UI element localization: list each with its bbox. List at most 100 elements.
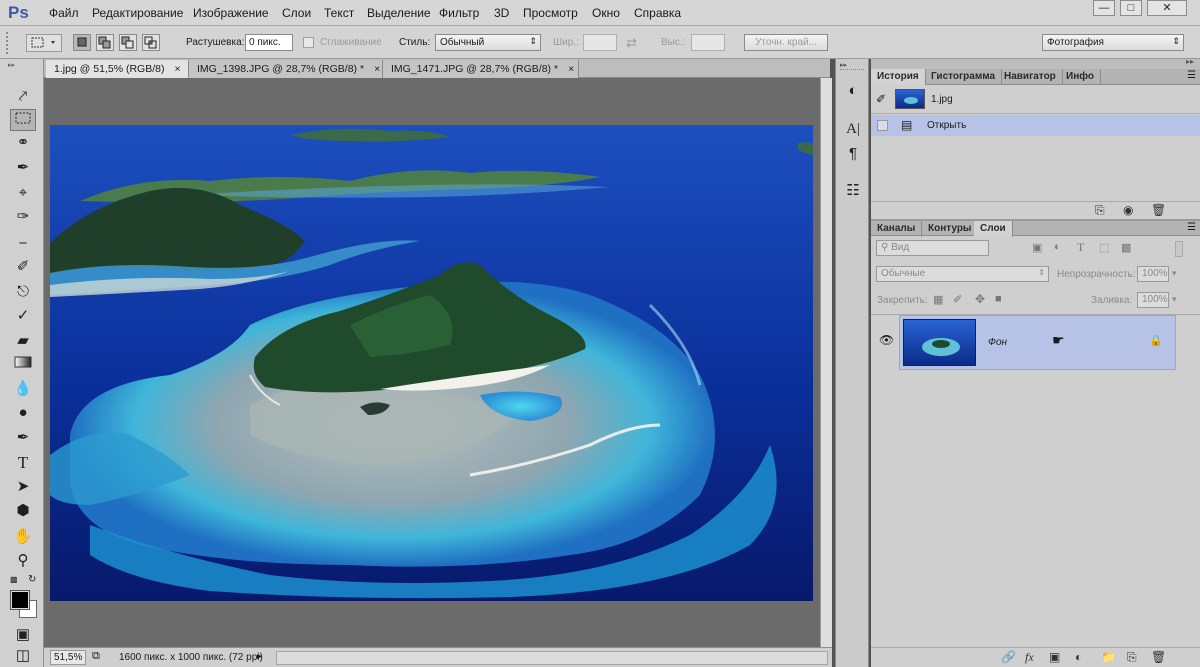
adjustments-panel-button[interactable]: ◐	[842, 80, 864, 102]
layer-style-icon[interactable]: fx	[1025, 650, 1034, 665]
panel-collapse-icon[interactable]: ▸▸	[8, 61, 36, 69]
opacity-slider-arrow-icon[interactable]: ▾	[1172, 268, 1177, 279]
screen-mode-button[interactable]: ◫	[10, 647, 36, 665]
close-tab-icon[interactable]: ×	[568, 63, 574, 75]
panel-menu-icon[interactable]: ☰	[1187, 70, 1196, 81]
new-layer-icon[interactable]: ⎘	[1127, 650, 1137, 665]
new-document-from-state-icon[interactable]: ⎘	[1095, 203, 1105, 218]
tab-info[interactable]: Инфо	[1060, 69, 1101, 85]
close-window-button[interactable]: ✕	[1147, 0, 1187, 16]
minimize-button[interactable]: —	[1093, 0, 1115, 16]
tab-layers[interactable]: Слои	[974, 221, 1013, 237]
tab-1-jpg[interactable]: 1.jpg @ 51,5% (RGB/8) ×	[46, 60, 189, 78]
workspace-select[interactable]: Фотография ⇕	[1042, 34, 1184, 51]
lock-all-icon[interactable]: ■	[995, 293, 1002, 305]
opacity-input[interactable]: 100%	[1137, 266, 1169, 282]
foreground-color-swatch[interactable]	[10, 590, 30, 610]
pen-tool[interactable]: ✒	[10, 427, 36, 449]
fill-input[interactable]: 100%	[1137, 292, 1169, 308]
new-group-icon[interactable]: 📁	[1101, 650, 1116, 664]
move-tool[interactable]: ⤤	[10, 86, 36, 108]
blur-tool[interactable]: 💧	[10, 378, 36, 400]
lock-position-icon[interactable]: ✥	[975, 292, 985, 306]
menu-layers[interactable]: Слои	[282, 6, 311, 20]
history-state-checkbox[interactable]	[877, 120, 888, 131]
width-input[interactable]	[583, 34, 617, 51]
default-colors-icon[interactable]: ▩	[10, 575, 18, 584]
adjustment-layer-icon[interactable]: ◐	[1075, 650, 1082, 664]
panel-collapse-icon[interactable]: ▸▸	[1186, 57, 1194, 66]
delete-layer-icon[interactable]: 🗑	[1151, 650, 1166, 664]
swap-colors-icon[interactable]: ↻	[28, 574, 36, 585]
menu-select[interactable]: Выделение	[367, 6, 431, 20]
new-selection-button[interactable]	[73, 34, 91, 51]
menu-file[interactable]: Файл	[49, 6, 79, 20]
blend-mode-select[interactable]: Обычные ⇕	[876, 266, 1049, 282]
feather-input[interactable]: 0 пикс.	[245, 34, 293, 51]
add-selection-button[interactable]	[96, 34, 114, 51]
filter-adjustment-icon[interactable]: ◐	[1054, 241, 1061, 253]
filter-type-icon[interactable]: T	[1077, 240, 1084, 255]
filter-smart-object-icon[interactable]: ▩	[1121, 241, 1131, 254]
layer-selected-highlight[interactable]: Фон ☛ 🔒	[899, 315, 1176, 370]
intersect-selection-button[interactable]	[142, 34, 160, 51]
menu-image[interactable]: Изображение	[193, 6, 269, 20]
menu-help[interactable]: Справка	[634, 6, 681, 20]
healing-brush-tool[interactable]: ⎯	[10, 232, 36, 254]
close-tab-icon[interactable]: ×	[374, 63, 380, 75]
quick-mask-button[interactable]: ▣	[10, 624, 36, 646]
filter-shape-icon[interactable]: ⬚	[1099, 241, 1109, 254]
crop-tool[interactable]: ⌖	[10, 182, 36, 204]
menu-edit[interactable]: Редактирование	[92, 6, 183, 20]
brush-tool[interactable]: ✐	[10, 256, 36, 278]
status-menu-icon[interactable]: ⧉	[92, 650, 100, 663]
layer-row-background[interactable]: 👁 Фон ☛ 🔒	[871, 315, 1200, 370]
clone-stamp-tool[interactable]: ⎋	[10, 281, 36, 303]
quick-select-tool[interactable]: ✒	[10, 157, 36, 179]
eye-icon[interactable]: 👁	[879, 333, 894, 347]
marquee-tool[interactable]	[10, 109, 36, 131]
filter-toggle[interactable]	[1175, 241, 1183, 257]
dodge-tool[interactable]: ●	[10, 402, 36, 424]
tab-navigator[interactable]: Навигатор	[998, 69, 1063, 85]
menu-view[interactable]: Просмотр	[523, 6, 578, 20]
history-state[interactable]: ▤ Открыть	[871, 115, 1200, 136]
fill-slider-arrow-icon[interactable]: ▾	[1172, 294, 1177, 305]
tab-history[interactable]: История	[871, 69, 926, 85]
vertical-scrollbar[interactable]	[820, 78, 832, 647]
gradient-tool[interactable]	[10, 354, 36, 376]
zoom-tool[interactable]: ⚲	[10, 550, 36, 572]
filter-image-icon[interactable]: ▣	[1032, 241, 1042, 254]
tool-preset-picker[interactable]	[26, 34, 62, 52]
style-select[interactable]: Обычный ⇕	[435, 34, 541, 51]
antialias-checkbox[interactable]	[303, 37, 314, 48]
layer-filter-select[interactable]: ⚲ Вид	[876, 240, 989, 256]
snapshot-camera-icon[interactable]: ◉	[1123, 203, 1133, 217]
menu-3d[interactable]: 3D	[494, 6, 509, 20]
link-layers-icon[interactable]: 🔗	[1001, 650, 1016, 664]
history-brush-source-icon[interactable]: ✐	[876, 92, 886, 106]
panel-menu-icon[interactable]: ☰	[1187, 222, 1196, 233]
eyedropper-tool[interactable]: ✑	[10, 206, 36, 228]
hand-tool[interactable]: ✋	[10, 526, 36, 548]
maximize-button[interactable]: □	[1120, 0, 1142, 16]
character-panel-button[interactable]: A|	[842, 118, 864, 140]
tab-paths[interactable]: Контуры	[922, 221, 979, 237]
type-tool[interactable]: T	[10, 452, 36, 474]
layer-mask-icon[interactable]: ▣	[1049, 650, 1060, 664]
shape-tool[interactable]: ⬢	[10, 500, 36, 522]
layer-lock-icon[interactable]: 🔒	[1149, 334, 1163, 347]
refine-edge-button[interactable]: Уточн. край...	[744, 34, 828, 51]
menu-window[interactable]: Окно	[592, 6, 620, 20]
tab-img-1398[interactable]: IMG_1398.JPG @ 28,7% (RGB/8) * ×	[189, 60, 383, 78]
layer-name[interactable]: Фон	[988, 337, 1007, 348]
tab-channels[interactable]: Каналы	[871, 221, 923, 237]
tab-img-1471[interactable]: IMG_1471.JPG @ 28,7% (RGB/8) * ×	[383, 60, 579, 78]
document-canvas-area[interactable]	[44, 78, 820, 647]
history-snapshot[interactable]: ✐ 1.jpg	[871, 86, 1200, 114]
history-brush-tool[interactable]: ✓	[10, 305, 36, 327]
menu-filter[interactable]: Фильтр	[439, 6, 479, 20]
subtract-selection-button[interactable]	[119, 34, 137, 51]
menu-type[interactable]: Текст	[324, 6, 354, 20]
status-arrow-icon[interactable]: ▸	[257, 651, 262, 662]
